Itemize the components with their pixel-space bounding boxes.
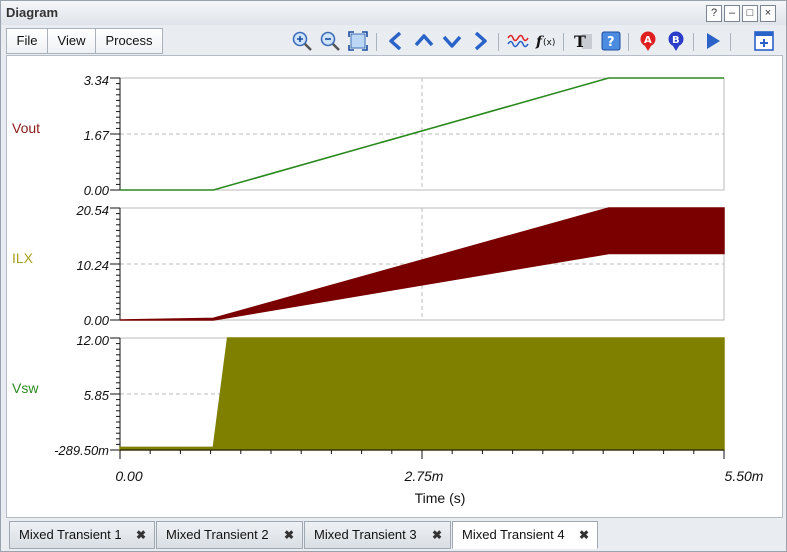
toolbar-separator xyxy=(730,33,731,51)
window-title: Diagram xyxy=(6,5,59,20)
vsw-label: Vsw xyxy=(12,380,39,396)
ilx-label: ILX xyxy=(12,250,34,266)
toolbar-separator xyxy=(498,33,499,51)
svg-text:B: B xyxy=(672,35,680,46)
tick-label: 0.00 xyxy=(84,313,110,328)
close-tab-icon[interactable]: ✖ xyxy=(136,522,146,548)
tab-mixed-transient-4[interactable]: Mixed Transient 4 ✖ xyxy=(452,521,598,549)
svg-text:A: A xyxy=(644,35,652,46)
title-bar: Diagram ? – □ × xyxy=(1,1,786,25)
waveform-icon[interactable] xyxy=(507,30,529,52)
toolbar-separator xyxy=(693,33,694,51)
x-tick-label: 2.75m xyxy=(404,468,444,484)
close-tab-icon[interactable]: ✖ xyxy=(579,522,589,548)
tick-label: -289.50m xyxy=(54,443,109,458)
toolbar-separator xyxy=(628,33,629,51)
svg-text:(x): (x) xyxy=(543,38,555,48)
tab-strip: Mixed Transient 1 ✖ Mixed Transient 2 ✖ Mi… xyxy=(6,521,781,549)
svg-text:T: T xyxy=(574,32,586,51)
help-query-icon[interactable]: ? xyxy=(600,30,622,52)
tab-label: Mixed Transient 4 xyxy=(462,527,565,542)
diagram-window: Diagram ? – □ × File View Process f (x) T… xyxy=(0,0,787,552)
function-icon[interactable]: f (x) xyxy=(535,30,557,52)
maximize-button[interactable]: □ xyxy=(742,5,758,22)
tab-label: Mixed Transient 1 xyxy=(19,527,122,542)
cursor-b-icon[interactable]: B xyxy=(665,30,687,52)
close-tab-icon[interactable]: ✖ xyxy=(284,522,294,548)
play-icon[interactable] xyxy=(702,30,724,52)
toolbar-separator xyxy=(563,33,564,51)
text-icon[interactable]: T xyxy=(572,30,594,52)
menu-process[interactable]: Process xyxy=(95,28,163,54)
vsw-series-band xyxy=(119,337,725,451)
x-axis-title: Time (s) xyxy=(415,490,466,506)
menu-file[interactable]: File xyxy=(6,28,48,54)
arrow-right-icon[interactable] xyxy=(469,30,491,52)
svg-text:?: ? xyxy=(607,35,615,50)
tab-mixed-transient-1[interactable]: Mixed Transient 1 ✖ xyxy=(9,521,155,549)
tick-label: 20.54 xyxy=(75,203,109,218)
arrow-left-icon[interactable] xyxy=(385,30,407,52)
arrow-up-icon[interactable] xyxy=(413,30,435,52)
close-button[interactable]: × xyxy=(760,5,776,22)
tab-mixed-transient-3[interactable]: Mixed Transient 3 ✖ xyxy=(304,521,451,549)
x-tick-label: 0.00 xyxy=(115,468,142,484)
close-tab-icon[interactable]: ✖ xyxy=(432,522,442,548)
x-tick-label: 5.50m xyxy=(725,468,764,484)
tab-mixed-transient-2[interactable]: Mixed Transient 2 ✖ xyxy=(156,521,303,549)
cursor-a-icon[interactable]: A xyxy=(637,30,659,52)
menu-view[interactable]: View xyxy=(47,28,96,54)
tick-label: 5.85 xyxy=(84,388,110,403)
chart-canvas[interactable]: Vout ILX Vsw 3.34 1.67 0.00 20.54 10.24 … xyxy=(7,56,782,517)
arrow-down-icon[interactable] xyxy=(441,30,463,52)
tick-label: 1.67 xyxy=(84,128,110,143)
tab-label: Mixed Transient 3 xyxy=(314,527,417,542)
tick-label: 0.00 xyxy=(84,183,110,198)
minimize-button[interactable]: – xyxy=(724,5,740,22)
tick-label: 3.34 xyxy=(84,73,109,88)
zoom-in-icon[interactable] xyxy=(291,30,313,52)
plot-area[interactable]: Vout ILX Vsw 3.34 1.67 0.00 20.54 10.24 … xyxy=(6,55,783,518)
zoom-fit-icon[interactable] xyxy=(347,30,369,52)
zoom-out-icon[interactable] xyxy=(319,30,341,52)
toolbar-separator xyxy=(376,33,377,51)
vout-label: Vout xyxy=(12,120,40,136)
add-panel-icon[interactable] xyxy=(753,30,775,52)
help-button[interactable]: ? xyxy=(706,5,722,22)
tab-label: Mixed Transient 2 xyxy=(166,527,269,542)
tick-label: 12.00 xyxy=(76,333,109,348)
tick-label: 10.24 xyxy=(76,258,109,273)
